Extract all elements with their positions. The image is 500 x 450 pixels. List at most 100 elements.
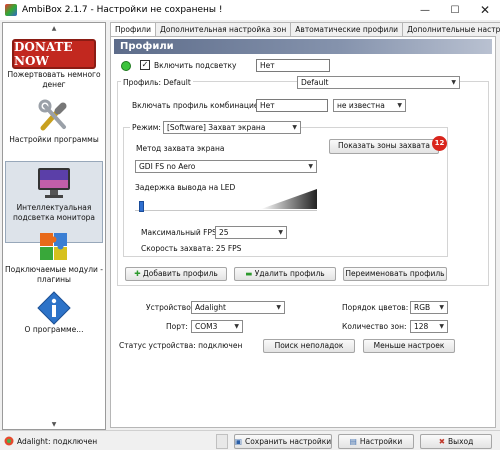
color-order-value: RGB xyxy=(414,303,431,312)
status-pane xyxy=(216,434,228,449)
sidebar-item-donate[interactable]: DONATE NOW Пожертвовать немного денег xyxy=(5,35,103,105)
exit-label: Выход xyxy=(448,437,474,446)
delay-label: Задержка вывода на LED xyxy=(135,183,236,192)
info-icon xyxy=(37,291,71,325)
color-order-label: Порядок цветов: xyxy=(342,303,409,312)
hotkey-status-select[interactable]: не известна ▼ xyxy=(333,99,406,112)
mode-select[interactable]: [Software] Захват экрана ▼ xyxy=(163,121,301,134)
capture-method-select[interactable]: GDI FS no Aero ▼ xyxy=(135,160,317,173)
minus-icon: ▬ xyxy=(245,269,253,278)
tools-icon xyxy=(38,99,67,131)
device-value: Adalight xyxy=(195,303,226,312)
sidebar-item-label: Пожертвовать немного денег xyxy=(7,70,101,89)
app-icon xyxy=(5,4,17,16)
fewer-settings-button[interactable]: Меньше настроек xyxy=(363,339,455,353)
chevron-down-icon: ▼ xyxy=(397,102,402,109)
status-bar: Adalight: подключен ▣ Сохранить настройк… xyxy=(0,430,500,450)
hotkey-status-value: не известна xyxy=(337,101,385,110)
device-select[interactable]: Adalight ▼ xyxy=(191,301,285,314)
plus-icon: ✚ xyxy=(134,269,141,278)
port-label: Порт: xyxy=(166,322,188,331)
tab-advanced-settings[interactable]: Дополнительные настройки xyxy=(402,22,500,36)
minimize-icon[interactable]: — xyxy=(410,0,440,20)
status-text: Adalight: подключен xyxy=(17,437,98,446)
chevron-down-icon: ▼ xyxy=(439,304,444,311)
hotkey-combo-label: Включать профиль комбинацией: xyxy=(132,101,266,110)
chevron-down-icon: ▼ xyxy=(439,323,444,330)
donate-logo[interactable]: DONATE NOW xyxy=(12,39,96,69)
device-status: Статус устройства: подключен xyxy=(119,341,243,350)
chevron-down-icon: ▼ xyxy=(234,323,239,330)
chevron-down-icon: ▼ xyxy=(292,124,297,131)
chevron-down-icon: ▼ xyxy=(308,163,313,170)
close-icon[interactable]: ✕ xyxy=(470,0,500,20)
sidebar-item-label: Подключаемые модули - плагины xyxy=(5,265,103,284)
port-value: COM3 xyxy=(195,322,218,331)
tab-auto-profiles[interactable]: Автоматические профили xyxy=(290,22,404,36)
enable-label: Включить подсветку xyxy=(154,61,237,70)
chevron-down-icon: ▼ xyxy=(451,79,456,86)
color-order-select[interactable]: RGB ▼ xyxy=(410,301,448,314)
sidebar-item-label: Интеллектуальная подсветка монитора xyxy=(12,203,96,222)
profiles-panel: Профили ✓ Включить подсветку Нет Профиль… xyxy=(110,36,496,428)
sidebar[interactable]: ▲ DONATE NOW Пожертвовать немного денег … xyxy=(2,22,106,430)
notification-badge: 12 xyxy=(432,136,447,151)
capture-method-label: Метод захвата экрана xyxy=(136,144,225,153)
add-profile-button[interactable]: ✚ Добавить профиль xyxy=(125,267,227,281)
mode-select-value: [Software] Захват экрана xyxy=(167,123,266,132)
sidebar-item-plugins[interactable]: Подключаемые модули - плагины xyxy=(5,229,103,299)
settings-button[interactable]: ▤ Настройки xyxy=(338,434,414,449)
maximize-icon[interactable]: ☐ xyxy=(440,0,470,20)
enable-hotkey-field[interactable]: Нет xyxy=(256,59,330,72)
add-profile-label: Добавить профиль xyxy=(142,269,218,278)
sidebar-item-about[interactable]: О программе... xyxy=(5,291,103,361)
enable-checkbox[interactable]: ✓ xyxy=(140,60,150,70)
max-fps-value: 25 xyxy=(219,228,229,237)
device-label: Устройство: xyxy=(146,303,194,312)
delay-slider-thumb[interactable] xyxy=(139,201,144,212)
max-fps-label: Максимальный FPS xyxy=(141,228,217,237)
chevron-down-icon: ▼ xyxy=(276,304,281,311)
save-settings-label: Сохранить настройки xyxy=(244,437,332,446)
tab-bar: Профили Дополнительная настройка зон Авт… xyxy=(110,22,500,37)
profile-caption: Профиль: Default xyxy=(121,78,193,87)
port-select[interactable]: COM3 ▼ xyxy=(191,320,243,333)
hotkey-combo-field[interactable]: Нет xyxy=(256,99,328,112)
zones-count-select[interactable]: 128 ▼ xyxy=(410,320,448,333)
exit-button[interactable]: ✖ Выход xyxy=(420,434,492,449)
title-bar: AmbiBox 2.1.7 - Настройки не сохранены !… xyxy=(0,0,500,20)
profile-select[interactable]: Default ▼ xyxy=(297,76,460,89)
find-faults-button[interactable]: Поиск неполадок xyxy=(263,339,355,353)
exit-icon: ✖ xyxy=(438,437,445,446)
sidebar-item-settings[interactable]: Настройки программы xyxy=(5,99,103,169)
save-icon: ▣ xyxy=(234,437,242,446)
save-settings-button[interactable]: ▣ Сохранить настройки xyxy=(234,434,332,449)
tab-profiles[interactable]: Профили xyxy=(110,22,156,37)
show-zones-button[interactable]: Показать зоны захвата xyxy=(329,139,439,154)
status-icon xyxy=(4,436,14,446)
sidebar-item-label: О программе... xyxy=(24,325,84,334)
status-indicator-icon xyxy=(121,61,131,71)
app-window: AmbiBox 2.1.7 - Настройки не сохранены !… xyxy=(0,0,500,450)
delete-profile-button[interactable]: ▬ Удалить профиль xyxy=(234,267,336,281)
puzzle-icon xyxy=(40,233,67,260)
zones-count-value: 128 xyxy=(414,322,429,331)
tab-zone-settings[interactable]: Дополнительная настройка зон xyxy=(154,22,292,36)
delete-profile-label: Удалить профиль xyxy=(254,269,325,278)
max-fps-select[interactable]: 25 ▼ xyxy=(215,226,287,239)
settings-icon: ▤ xyxy=(349,437,357,446)
capture-method-value: GDI FS no Aero xyxy=(139,162,196,171)
settings-label: Настройки xyxy=(359,437,403,446)
chevron-down-icon: ▼ xyxy=(278,229,283,236)
mode-label: Режим: xyxy=(130,123,163,132)
zones-count-label: Количество зон: xyxy=(342,322,407,331)
delay-ramp-graphic xyxy=(261,189,317,209)
profile-select-value: Default xyxy=(301,78,329,87)
scroll-up-icon[interactable]: ▲ xyxy=(3,23,105,33)
capture-speed: Скорость захвата: 25 FPS xyxy=(141,244,242,253)
panel-header: Профили xyxy=(114,39,492,54)
monitor-icon xyxy=(38,168,70,198)
sidebar-item-label: Настройки программы xyxy=(9,135,99,144)
rename-profile-button[interactable]: Переименовать профиль xyxy=(343,267,447,281)
scroll-down-icon[interactable]: ▼ xyxy=(3,419,105,429)
